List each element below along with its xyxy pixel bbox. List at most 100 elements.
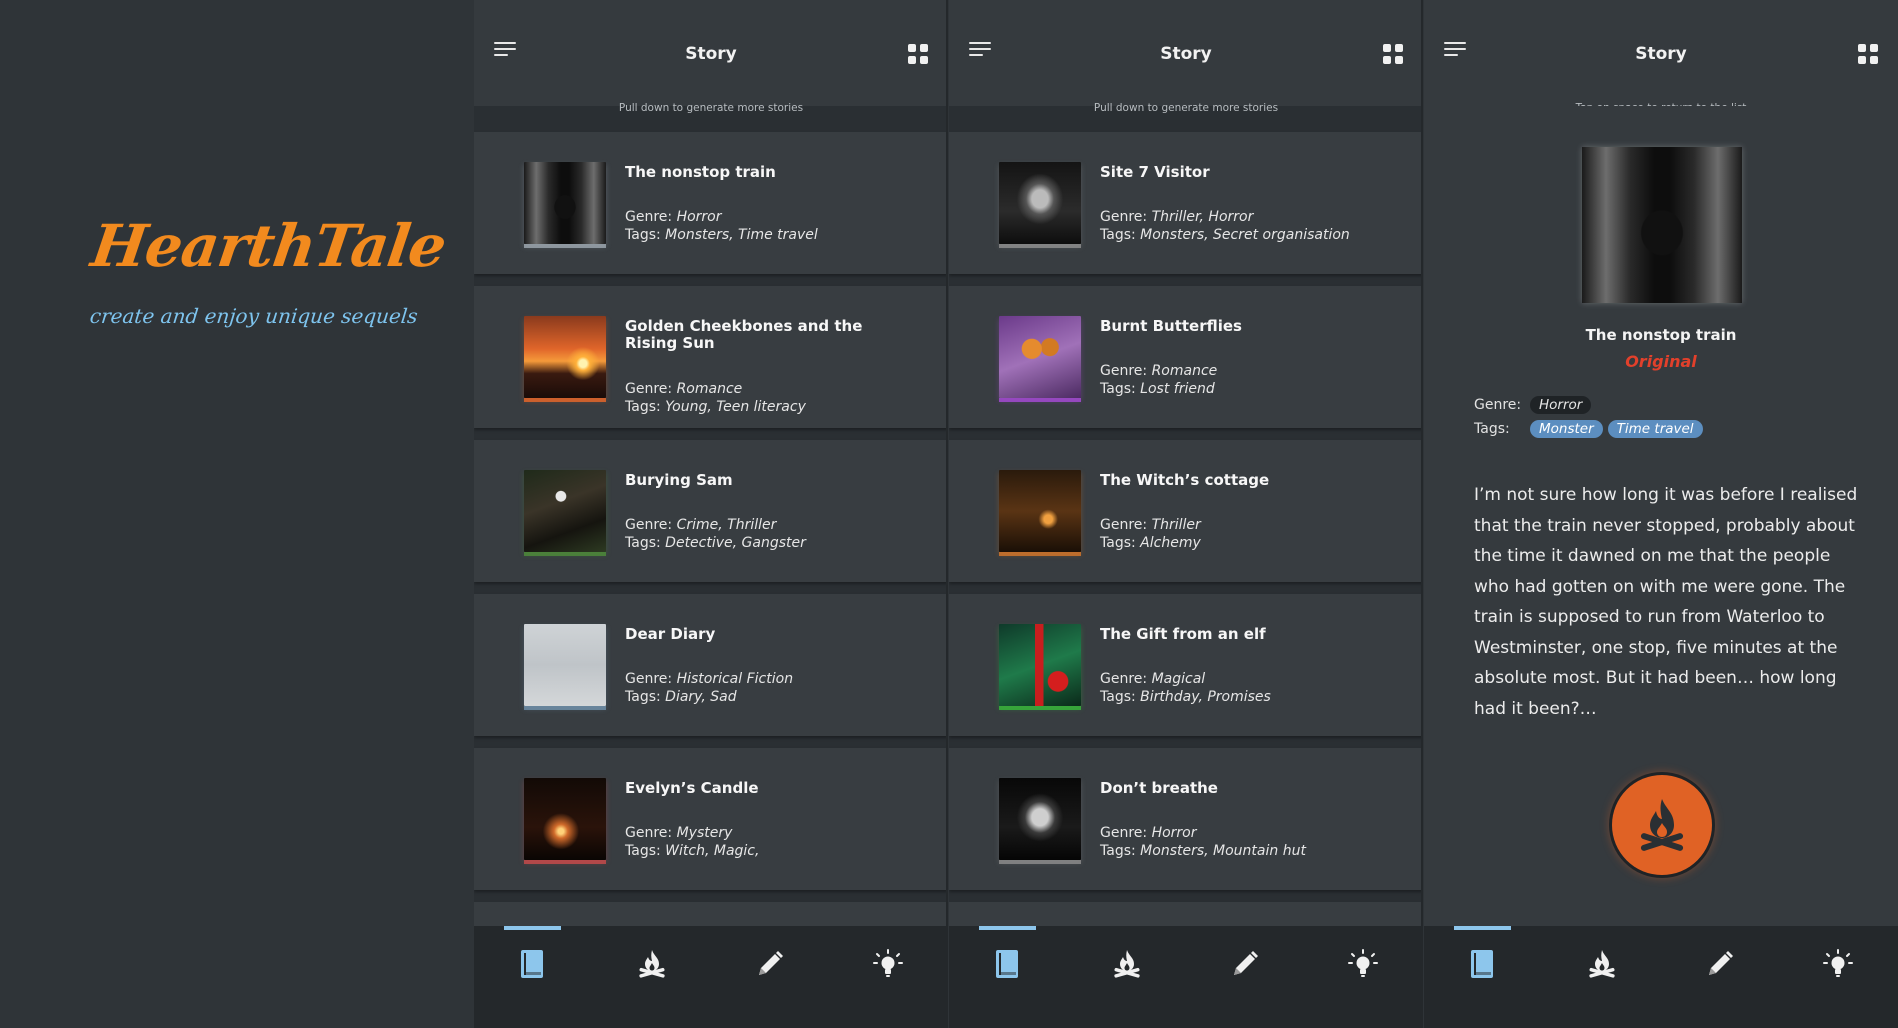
story-title: Golden Cheekbones and the Rising Sun [625,317,863,352]
story-title: The nonstop train [625,163,776,181]
story-card[interactable]: Burnt Butterflies Genre: Romance Tags: Los… [949,286,1423,428]
pull-hint: Pull down to generate more stories [1093,102,1279,114]
story-list: The nonstop train Genre: Horror Tags: Mons… [474,132,948,1028]
genre-label: Genre: [1100,671,1148,687]
genre-value: Thriller [1151,517,1201,533]
tags-label: Tags: [1100,689,1136,705]
tags-value: Monsters, Mountain hut [1140,843,1306,859]
brand-logo: HearthTale [87,212,450,280]
nav-campfire-tab[interactable] [1067,926,1185,1028]
christmas-gift-image [999,624,1081,710]
active-indicator [504,926,561,930]
story-card[interactable]: Golden Cheekbones and the Rising Sun Genr… [474,286,948,428]
tags-label: Tags: [1100,381,1136,397]
story-text: I’m not sure how long it was before I re… [1474,485,1858,719]
tag-chip[interactable]: Time travel [1607,420,1703,438]
nav-lightbulb-tab[interactable] [828,926,946,1028]
nav-campfire-tab[interactable] [592,926,710,1028]
genre-label: Genre: [1100,363,1148,379]
story-meta: Genre: Horror Tags: Monsters, Mountain hu… [1100,824,1306,860]
story-meta: Genre: Historical Fiction Tags: Diary, Sa… [625,670,793,706]
nav-book-tab[interactable] [949,926,1067,1028]
subway-train-image [524,162,606,248]
butterfly-image [999,316,1081,402]
tags-value: Detective, Gangster [665,535,806,551]
tags-label: Tags: [625,843,661,859]
grid-view-icon[interactable] [1858,44,1878,64]
page-title: Story [685,44,737,64]
genre-value: Thriller, Horror [1151,209,1254,225]
nav-book-tab[interactable] [1424,926,1542,1028]
story-title: Dear Diary [625,625,716,643]
handwritten-note-image [524,624,606,710]
tags-value: Birthday, Promises [1140,689,1271,705]
story-cover-image [1582,147,1742,303]
nav-campfire-tab[interactable] [1542,926,1660,1028]
genre-chip[interactable]: Horror [1530,396,1592,414]
tags-label: Tags: [1474,421,1510,437]
genre-value: Mystery [676,825,733,841]
genre-label: Genre: [1474,397,1522,413]
tags-value: Alchemy [1140,535,1201,551]
story-title: Evelyn’s Candle [625,779,759,797]
sunset-image [524,316,606,402]
story-card[interactable]: The nonstop train Genre: Horror Tags: Mons… [474,132,948,274]
genre-label: Genre: [1100,825,1148,841]
candle-hand-image [524,778,606,864]
bottom-nav [474,926,948,1028]
screen-story-list-1: Story Pull down to generate more stories… [474,0,948,1028]
tags-label: Tags: [1100,535,1136,551]
nav-pencil-tab[interactable] [1185,926,1303,1028]
tags-label: Tags: [625,399,661,415]
story-meta: Genre: Thriller, Horror Tags: Monsters, S… [1100,208,1350,244]
genre-value: Historical Fiction [676,671,794,687]
screen-story-detail: Story Tap on space to return to the list… [1424,0,1898,1028]
story-meta: Genre: Mystery Tags: Witch, Magic, [625,824,759,860]
story-title: Burying Sam [625,471,733,489]
nav-lightbulb-tab[interactable] [1778,926,1896,1028]
creature-image [999,162,1081,248]
story-card[interactable]: Don’t breathe Genre: Horror Tags: Monsters… [949,748,1423,890]
nav-book-tab[interactable] [474,926,592,1028]
tag-chip[interactable]: Monster [1530,420,1603,438]
genre-label: Genre: [625,209,673,225]
app-bar: Story Pull down to generate more stories [474,0,948,114]
story-title: The Gift from an elf [1100,625,1266,643]
bottom-nav [1424,926,1898,1028]
genre-value: Horror [676,209,722,225]
tags-value: Monsters, Time travel [665,227,818,243]
story-card[interactable]: Evelyn’s Candle Genre: Mystery Tags: Witch… [474,748,948,890]
genre-label: Genre: [625,671,673,687]
cottage-night-image [999,470,1081,556]
screaming-face-image [999,778,1081,864]
genre-label: Genre: [625,825,673,841]
app-bar: Story Tap on space to return to the list [1424,0,1898,114]
genre-label: Genre: [1100,517,1148,533]
story-card[interactable]: The Witch’s cottage Genre: Thriller Tags: … [949,440,1423,582]
story-meta: Genre: Romance Tags: Lost friend [1100,362,1217,398]
tags-value: Lost friend [1140,381,1215,397]
story-list: Site 7 Visitor Genre: Thriller, Horror Tag… [949,132,1423,1028]
nav-pencil-tab[interactable] [1660,926,1778,1028]
continue-story-button[interactable] [1612,775,1712,875]
active-indicator [979,926,1036,930]
grid-view-icon[interactable] [908,44,928,64]
story-card[interactable]: Site 7 Visitor Genre: Thriller, Horror Tag… [949,132,1423,274]
story-title: Don’t breathe [1100,779,1218,797]
nav-pencil-tab[interactable] [710,926,828,1028]
tags-label: Tags: [625,689,661,705]
story-card[interactable]: Burying Sam Genre: Crime, Thriller Tags: D… [474,440,948,582]
tags-value: Young, Teen literacy [665,399,806,415]
story-title: The nonstop train [1585,326,1737,344]
brand-tagline: create and enjoy unique sequels [88,304,419,328]
pull-hint: Pull down to generate more stories [618,102,804,114]
story-title: Site 7 Visitor [1100,163,1210,181]
tags-label: Tags: [1100,843,1136,859]
nav-lightbulb-tab[interactable] [1303,926,1421,1028]
grid-view-icon[interactable] [1383,44,1403,64]
tags-value: Witch, Magic, [665,843,760,859]
story-title: The Witch’s cottage [1100,471,1270,489]
story-card[interactable]: Dear Diary Genre: Historical Fiction Tags:… [474,594,948,736]
genre-value: Magical [1151,671,1206,687]
story-card[interactable]: The Gift from an elf Genre: Magical Tags: … [949,594,1423,736]
